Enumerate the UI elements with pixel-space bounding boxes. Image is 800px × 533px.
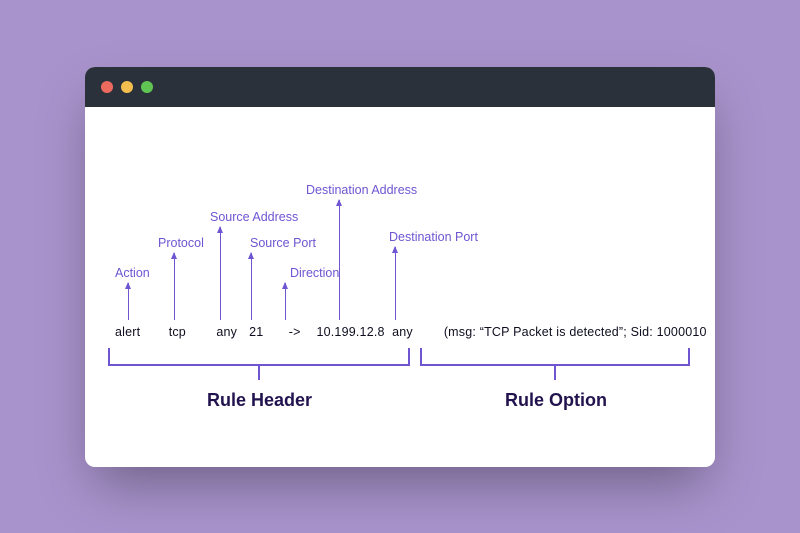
token-protocol: tcp (169, 325, 213, 339)
bracket-option (420, 348, 690, 366)
arrow-action-icon (128, 283, 129, 320)
bracket-option-stem-icon (554, 366, 556, 380)
bracket-header (108, 348, 410, 366)
maximize-icon[interactable] (141, 81, 153, 93)
label-src-port: Source Port (250, 236, 316, 250)
label-src-addr: Source Address (210, 210, 298, 224)
arrow-src-addr-icon (220, 227, 221, 320)
close-icon[interactable] (101, 81, 113, 93)
diagram-content: alert tcp any 21 -> 10.199.12.8 any (msg… (85, 107, 715, 467)
token-dst-addr: 10.199.12.8 (316, 325, 388, 339)
token-dst-port: any (392, 325, 440, 339)
label-dst-addr: Destination Address (306, 183, 417, 197)
token-options: (msg: “TCP Packet is detected”; Sid: 100… (444, 325, 707, 339)
arrow-dst-port-icon (395, 247, 396, 320)
arrow-dst-addr-icon (339, 200, 340, 320)
minimize-icon[interactable] (121, 81, 133, 93)
label-protocol: Protocol (158, 236, 204, 250)
section-option-label: Rule Option (505, 390, 607, 411)
token-action: alert (115, 325, 165, 339)
token-direction: -> (289, 325, 313, 339)
titlebar (85, 67, 715, 107)
app-window: alert tcp any 21 -> 10.199.12.8 any (msg… (85, 67, 715, 467)
rule-text-line: alert tcp any 21 -> 10.199.12.8 any (msg… (115, 325, 707, 339)
label-action: Action (115, 266, 150, 280)
arrow-src-port-icon (251, 253, 252, 320)
arrow-protocol-icon (174, 253, 175, 320)
arrow-direction-icon (285, 283, 286, 320)
label-direction: Direction (290, 266, 339, 280)
label-dst-port: Destination Port (389, 230, 478, 244)
section-header-label: Rule Header (207, 390, 312, 411)
token-src-port: 21 (249, 325, 285, 339)
token-src-addr: any (216, 325, 245, 339)
bracket-header-stem-icon (258, 366, 260, 380)
